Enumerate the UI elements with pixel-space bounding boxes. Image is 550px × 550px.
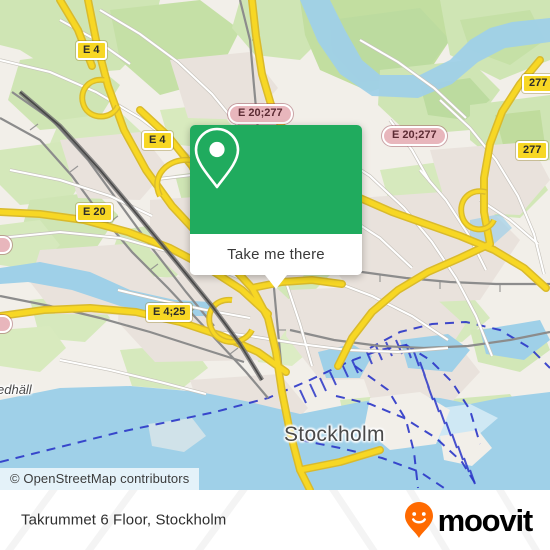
road-shield: 277 <box>516 141 549 160</box>
map-pin-icon <box>194 127 240 189</box>
road-shield: E 4;25 <box>146 303 193 322</box>
moovit-logo[interactable]: moovit <box>404 501 534 539</box>
page-footer: Takrummet 6 Floor, Stockholm moovit <box>0 490 550 550</box>
road-shield: 277 <box>522 74 550 93</box>
take-me-there-card[interactable]: Take me there <box>190 125 362 289</box>
road-shield: E 20;277 <box>228 104 293 124</box>
moovit-map-page: E 4 E 4 E 20 E 4;25 277 277 E 20;277 E 2… <box>0 0 550 550</box>
road-shield: E 4 <box>76 41 107 60</box>
moovit-smiley-pin-icon <box>404 502 433 538</box>
osm-attribution[interactable]: © OpenStreetMap contributors <box>0 468 200 490</box>
card-header <box>190 125 362 234</box>
card-action-row[interactable]: Take me there <box>190 234 362 275</box>
moovit-wordmark: moovit <box>437 502 534 538</box>
card-action-label: Take me there <box>227 246 325 263</box>
road-shield: E 4 <box>142 131 173 150</box>
place-label-city: Stockholm <box>284 423 385 446</box>
location-title: Takrummet 6 Floor, Stockholm <box>21 511 227 529</box>
road-shield: E 20;277 <box>382 126 447 146</box>
place-label-suburb: edhäll <box>0 382 32 397</box>
road-shield: E 20 <box>76 203 113 222</box>
map-canvas[interactable]: E 4 E 4 E 20 E 4;25 277 277 E 20;277 E 2… <box>0 0 550 490</box>
